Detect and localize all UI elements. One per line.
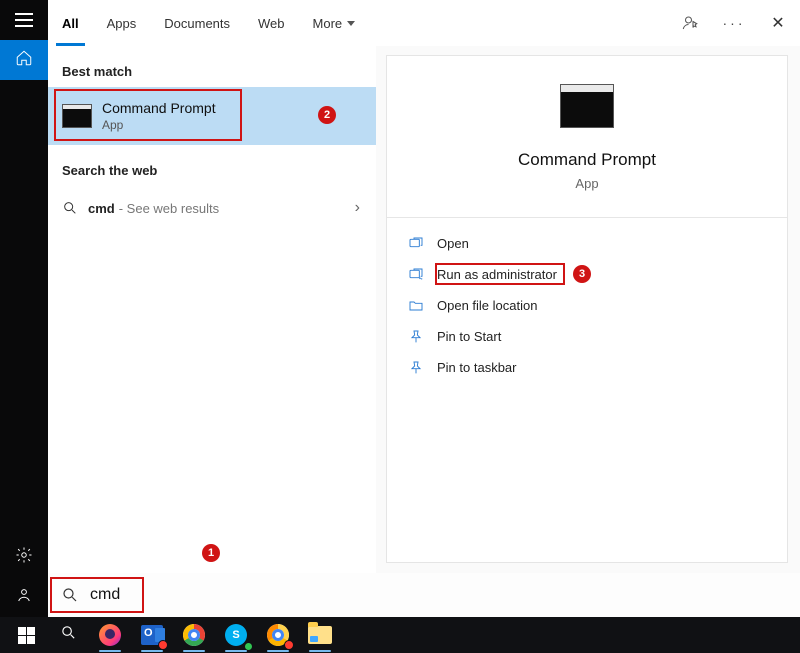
web-result-query: cmd [88,201,115,216]
annotation-badge-1: 1 [202,544,220,562]
chevron-down-icon [347,21,355,26]
home-icon [15,49,33,72]
skype-icon [225,624,247,646]
action-open[interactable]: Open [387,228,787,259]
start-rail [0,0,48,617]
detail-title: Command Prompt [518,150,656,170]
pin-icon [407,328,425,346]
feedback-icon [681,14,699,32]
taskbar-chrome-canary[interactable] [258,617,298,653]
best-match-subtitle: App [102,118,216,132]
tab-all[interactable]: All [48,0,93,46]
account-button[interactable] [0,577,48,617]
status-dot [244,642,253,651]
action-open-location-label: Open file location [437,298,537,313]
detail-pane: Command Prompt App Open Run as administr… [386,55,788,563]
command-prompt-icon [560,84,614,128]
best-match-label: Best match [48,46,376,87]
search-panel: All Apps Documents Web More ··· ✕ Best m… [48,0,800,573]
folder-icon [407,297,425,315]
pin-icon [407,359,425,377]
taskbar-chrome[interactable] [174,617,214,653]
tab-web[interactable]: Web [244,0,299,46]
user-icon [15,586,33,609]
separator [387,217,787,218]
web-result-hint: - See web results [119,201,219,216]
results-column: Best match Command Prompt App 2 Search t… [48,46,376,573]
taskbar-firefox[interactable] [90,617,130,653]
tab-documents[interactable]: Documents [150,0,244,46]
dots-icon: ··· [723,15,746,31]
detail-subtitle: App [575,176,598,191]
detail-hero: Command Prompt App [387,56,787,209]
search-row [48,573,800,617]
more-options-button[interactable]: ··· [712,0,756,46]
taskbar-explorer[interactable] [300,617,340,653]
search-web-label: Search the web [48,145,376,186]
feedback-button[interactable] [668,0,712,46]
best-match-text: Command Prompt App [102,100,216,132]
best-match-title: Command Prompt [102,100,216,116]
windows-icon [18,627,35,644]
taskbar-search-button[interactable] [48,617,88,653]
close-icon: ✕ [771,13,784,33]
close-button[interactable]: ✕ [756,0,800,46]
search-box[interactable] [50,575,374,615]
action-list: Open Run as administrator 3 Open file lo… [387,224,787,387]
action-open-label: Open [437,236,469,251]
taskbar [0,617,800,653]
start-button[interactable] [6,617,46,653]
annotation-badge-3: 3 [573,265,591,283]
chrome-icon [183,624,205,646]
chevron-right-icon: › [355,199,360,217]
tab-more-label: More [313,16,343,31]
action-pin-to-start[interactable]: Pin to Start [387,321,787,352]
command-prompt-icon [62,104,92,128]
search-tabs: All Apps Documents Web More ··· ✕ [48,0,800,46]
taskbar-outlook[interactable] [132,617,172,653]
search-icon [62,200,78,216]
notification-badge [284,640,294,650]
action-open-file-location[interactable]: Open file location [387,290,787,321]
open-icon [407,235,425,253]
web-result-row[interactable]: cmd - See web results › [48,186,376,230]
tab-more[interactable]: More [299,0,370,46]
hamburger-button[interactable] [0,0,48,40]
tab-apps[interactable]: Apps [93,0,151,46]
admin-icon [407,266,425,284]
action-pin-to-taskbar[interactable]: Pin to taskbar [387,352,787,383]
annotation-badge-2: 2 [318,106,336,124]
notification-badge [158,640,168,650]
file-explorer-icon [308,626,332,644]
taskbar-skype[interactable] [216,617,256,653]
action-pin-taskbar-label: Pin to taskbar [437,360,517,375]
action-pin-start-label: Pin to Start [437,329,501,344]
search-input[interactable] [90,586,350,604]
action-run-admin-label: Run as administrator [437,267,557,282]
best-match-result[interactable]: Command Prompt App 2 [48,87,376,145]
action-run-as-admin[interactable]: Run as administrator 3 [387,259,787,290]
settings-button[interactable] [0,537,48,577]
search-icon [50,586,90,604]
hamburger-icon [15,13,33,27]
search-icon [60,624,77,646]
firefox-icon [99,624,121,646]
gear-icon [15,546,33,569]
home-button[interactable] [0,40,48,80]
